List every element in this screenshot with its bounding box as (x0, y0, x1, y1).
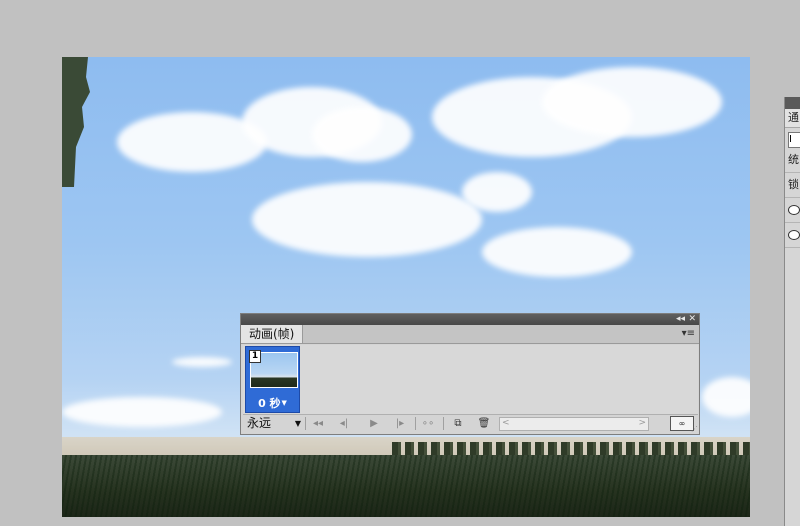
eye-icon[interactable] (788, 205, 800, 215)
frames-area: 1 0 秒▼ (243, 345, 698, 415)
divider (443, 417, 444, 430)
cloud (702, 377, 750, 417)
cloud (252, 182, 482, 257)
resize-grip-icon[interactable]: ⋰ (691, 426, 698, 433)
frame-delay-value: 0 秒 (258, 396, 281, 410)
delete-frame-button[interactable]: 🗑 (475, 417, 493, 430)
layer-row[interactable] (785, 198, 800, 223)
cloud (312, 107, 412, 162)
divider (415, 417, 416, 430)
play-button[interactable]: ▶ (365, 417, 383, 430)
layers-panel: 通 I 统 锁 (784, 97, 800, 526)
animation-toolbar: 永远 ▼ ◂◂ ◂| ▶ |▸ ∘∘ ⧉ 🗑 < > ∞ (243, 414, 698, 432)
close-icon[interactable]: ✕ (688, 314, 696, 325)
layers-panel-tab[interactable]: 通 (785, 109, 800, 128)
cloud (462, 172, 532, 212)
chevron-down-icon: ▼ (294, 419, 301, 428)
cloud (172, 357, 232, 367)
unify-row: 统 (785, 148, 800, 173)
scroll-left-icon[interactable]: < (502, 417, 510, 429)
first-frame-button[interactable]: ◂◂ (309, 417, 327, 430)
frames-scrollbar[interactable]: < > (499, 417, 649, 431)
frame-number: 1 (249, 350, 261, 363)
tab-animation-frames[interactable]: 动画(帧) (241, 325, 304, 343)
loop-option-value: 永远 (247, 416, 272, 430)
cloud (542, 67, 722, 137)
collapse-icon[interactable]: ◂◂ (676, 314, 685, 325)
cloud (62, 397, 222, 427)
layer-row[interactable] (785, 223, 800, 248)
layers-panel-titlebar (785, 97, 800, 109)
corn-field (62, 455, 750, 517)
eye-icon[interactable] (788, 230, 800, 240)
chevron-down-icon: ▼ (281, 399, 287, 407)
tween-button[interactable]: ∘∘ (419, 417, 437, 430)
divider (305, 417, 306, 430)
panel-tab-row: 动画(帧) ▾≡ (241, 325, 699, 344)
frame-delay-select[interactable]: 0 秒▼ (246, 397, 299, 411)
previous-frame-button[interactable]: ◂| (335, 417, 353, 430)
loop-options-select[interactable]: 永远 ▼ (247, 416, 301, 431)
tree-silhouette (62, 57, 90, 187)
duplicate-frame-button[interactable]: ⧉ (449, 417, 467, 430)
next-frame-button[interactable]: |▸ (391, 417, 409, 430)
cloud (482, 227, 632, 277)
lock-row: 锁 (785, 173, 800, 198)
panel-menu-icon[interactable]: ▾≡ (682, 328, 695, 340)
scroll-right-icon[interactable]: > (638, 417, 646, 429)
document-canvas[interactable] (62, 57, 750, 517)
blend-mode-select[interactable]: I (788, 132, 800, 148)
animation-panel: ◂◂ ✕ 动画(帧) ▾≡ 1 0 秒▼ 永远 ▼ ◂◂ ◂| ▶ |▸ ∘∘ … (240, 313, 700, 435)
panel-titlebar[interactable]: ◂◂ ✕ (241, 314, 699, 325)
frame-thumbnail[interactable]: 1 0 秒▼ (245, 346, 300, 413)
